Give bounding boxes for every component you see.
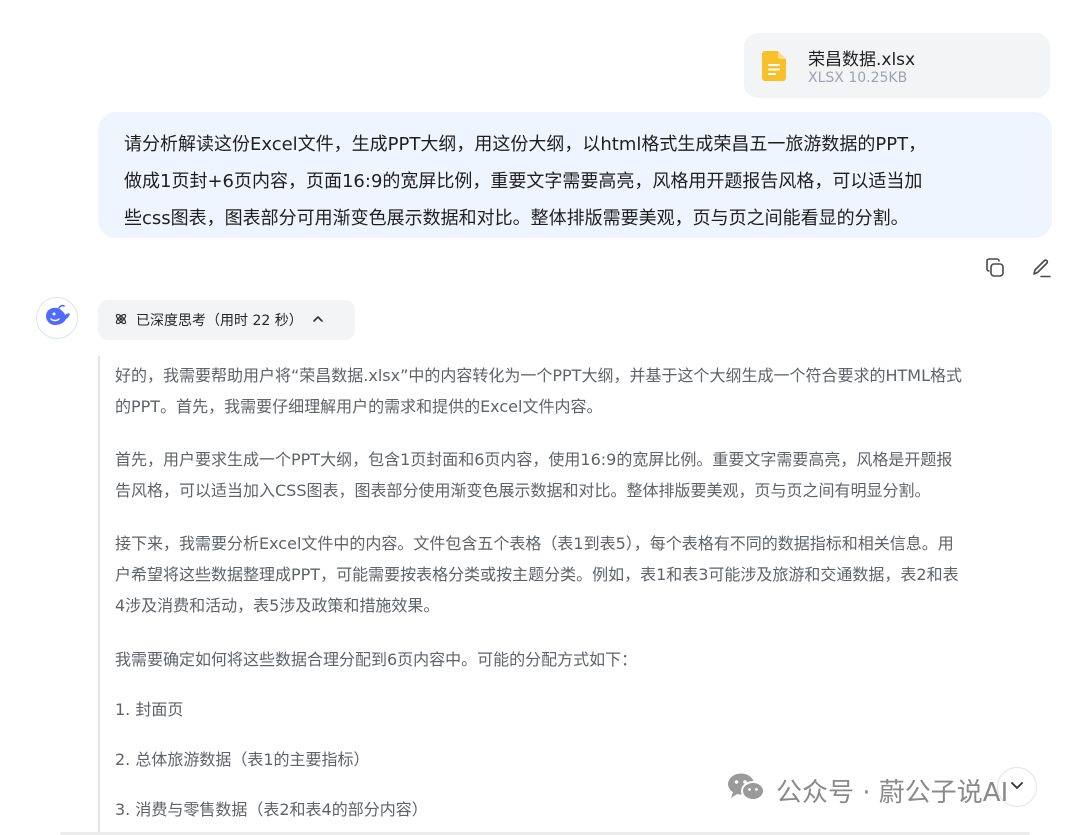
chat-page: 荣昌数据.xlsx XLSX 10.25KB 请分析解读这份Excel文件，生成… [0,0,1080,835]
reasoning-paragraph: 我需要确定如何将这些数据合理分配到6页内容中。可能的分配方式如下： [115,644,637,675]
reasoning-paragraph: 首先，用户要求生成一个PPT大纲，包含1页封面和6页内容，使用16:9的宽屏比例… [115,444,952,506]
reasoning-line: 接下来，我需要分析Excel文件中的内容。文件包含五个表格（表1到表5），每个表… [115,534,954,553]
attachment-file-name: 荣昌数据.xlsx [808,50,916,70]
user-message-line: 做成1页封+6页内容，页面16:9的宽屏比例，重要文字需要高亮，风格用开题报告风… [124,171,923,192]
user-message-line: 些css图表，图表部分可用渐变色展示数据和对比。整体排版需要美观，页与页之间能看… [124,208,909,229]
reasoning-list-item: 3. 消费与零售数据（表2和表4的部分内容） [115,794,428,825]
reasoning-list-item: 2. 总体旅游数据（表1的主要指标） [115,744,370,775]
user-message-bubble: 请分析解读这份Excel文件，生成PPT大纲，用这份大纲，以html格式生成荣昌… [98,112,1052,238]
reasoning-list-item: 1. 封面页 [115,694,183,725]
reasoning-paragraph: 接下来，我需要分析Excel文件中的内容。文件包含五个表格（表1到表5），每个表… [115,528,959,621]
reasoning-line: 好的，我需要帮助用户将“荣昌数据.xlsx”中的内容转化为一个PPT大纲，并基于… [115,366,962,385]
attachment-card[interactable]: 荣昌数据.xlsx XLSX 10.25KB [744,33,1050,98]
reasoning-line: 户希望将这些数据整理成PPT，可能需要按表格分类或按主题分类。例如，表1和表3可… [115,565,959,584]
reasoning-line: 4涉及消费和活动，表5涉及政策和措施效果。 [115,596,440,615]
reasoning-paragraph: 好的，我需要帮助用户将“荣昌数据.xlsx”中的内容转化为一个PPT大纲，并基于… [115,360,962,422]
spreadsheet-file-icon [762,51,786,81]
watermark: 公众号 · 蔚公子说AI [726,771,1008,810]
attachment-file-meta: XLSX 10.25KB [808,70,908,86]
assistant-avatar [36,297,78,339]
chevron-down-icon [1008,776,1026,798]
chevron-up-icon [311,311,325,330]
whale-logo-icon [43,304,71,332]
reasoning-line: 3. 消费与零售数据（表2和表4的部分内容） [115,800,428,819]
copy-icon[interactable] [982,255,1008,281]
reasoning-line: 2. 总体旅游数据（表1的主要指标） [115,750,370,769]
reasoning-line: 告风格，可以适当加入CSS图表，图表部分使用渐变色展示数据和对比。整体排版要美观… [115,481,931,500]
reasoning-line: 的PPT。首先，我需要仔细理解用户的需求和提供的Excel文件内容。 [115,397,603,416]
reasoning-divider [98,356,100,835]
reasoning-line: 1. 封面页 [115,700,184,719]
user-message-line: 请分析解读这份Excel文件，生成PPT大纲，用这份大纲，以html格式生成荣昌… [124,134,927,155]
reasoning-line: 我需要确定如何将这些数据合理分配到6页内容中。可能的分配方式如下： [115,650,638,669]
atom-icon [114,311,128,330]
thinking-toggle[interactable]: 已深度思考（用时 22 秒） [98,300,355,340]
thinking-label: 已深度思考（用时 22 秒） [136,313,303,329]
edit-icon[interactable] [1028,255,1054,281]
message-actions [982,255,1054,281]
wechat-icon [726,771,766,810]
reasoning-line: 首先，用户要求生成一个PPT大纲，包含1页封面和6页内容，使用16:9的宽屏比例… [115,450,953,469]
watermark-text: 公众号 · 蔚公子说AI [776,778,1009,808]
